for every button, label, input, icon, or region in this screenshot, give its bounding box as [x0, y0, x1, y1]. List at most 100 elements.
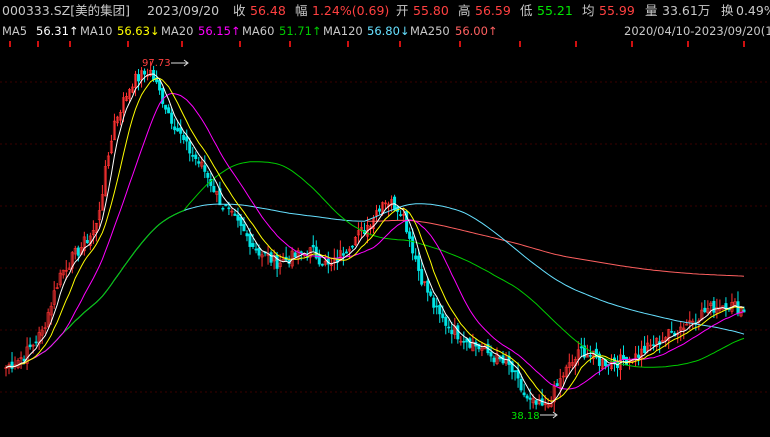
- candle-body: [408, 231, 412, 239]
- candle-body: [344, 251, 348, 254]
- candle-body: [221, 207, 225, 210]
- ma10-line: [5, 77, 744, 402]
- candle-body: [429, 291, 433, 296]
- kline-chart[interactable]: 97.73 38.18: [0, 40, 770, 437]
- ma60-label: MA60: [242, 24, 275, 38]
- ma5-value: 56.31↑: [36, 24, 79, 38]
- ma-legend: MA5 56.31↑ MA10 56.63↓ MA20 56.15↑ MA60 …: [0, 22, 770, 40]
- candle-body: [703, 307, 707, 313]
- candle-body: [588, 355, 592, 357]
- candle-body: [432, 297, 436, 308]
- open-label: 开: [396, 3, 409, 18]
- candle-body: [194, 154, 198, 160]
- candle-body: [426, 280, 430, 293]
- avg-label: 均: [582, 3, 595, 18]
- ma20-label: MA20: [161, 24, 194, 38]
- close-value: 56.48: [250, 3, 286, 18]
- candle-body: [257, 247, 261, 256]
- quote-date: 2023/09/20: [147, 3, 220, 18]
- candle-body: [670, 331, 674, 333]
- candle-body: [251, 243, 255, 247]
- candle-body: [350, 245, 354, 248]
- ma20-value: 56.15↑: [198, 24, 241, 38]
- candle-body: [269, 252, 273, 263]
- high-annotation: 97.73: [142, 58, 189, 69]
- candle-body: [197, 161, 201, 164]
- candle-body: [652, 344, 656, 347]
- turnover-label: 换: [721, 3, 734, 18]
- candle-body: [468, 338, 472, 348]
- candle-body: [203, 165, 207, 172]
- candle-body: [236, 214, 240, 221]
- candle-body: [411, 236, 415, 254]
- candle-body: [242, 224, 246, 232]
- candle-body: [191, 155, 195, 157]
- candle-body: [492, 357, 496, 363]
- candle-body: [341, 253, 345, 256]
- candle-body: [173, 126, 177, 131]
- candle-body: [441, 313, 445, 319]
- high-label: 高: [458, 3, 471, 18]
- quote-header: 000333.SZ[美的集团] 2023/09/20 收 56.48 幅 1.2…: [0, 0, 770, 22]
- candle-body: [182, 135, 186, 140]
- candle-body: [489, 352, 493, 357]
- candle-body: [555, 383, 559, 386]
- candle-body: [378, 208, 382, 212]
- volume-label: 量: [645, 3, 658, 18]
- ma5-line: [5, 73, 745, 405]
- candle-body: [293, 252, 297, 258]
- candle-body: [320, 263, 324, 266]
- candle-body: [227, 207, 231, 210]
- candle-body: [534, 400, 538, 405]
- candle-body: [435, 305, 439, 308]
- ma120-label: MA120: [323, 24, 363, 38]
- change-label: 幅: [295, 3, 308, 18]
- avg-value: 55.99: [599, 3, 635, 18]
- candle-body: [143, 70, 147, 75]
- candle-body: [176, 128, 180, 132]
- candle-body: [456, 325, 460, 340]
- ma5-label: MA5: [2, 24, 28, 38]
- ma20-line: [5, 92, 745, 390]
- candle-body: [525, 395, 529, 399]
- turnover-value: 0.49%: [736, 3, 770, 18]
- candle-body: [34, 341, 38, 344]
- candle-body: [275, 254, 279, 269]
- open-value: 55.80: [413, 3, 449, 18]
- candle-body: [167, 107, 171, 114]
- candle-body: [28, 344, 32, 348]
- candle-body: [643, 345, 647, 354]
- candle-body: [414, 255, 418, 260]
- candle-body: [462, 341, 466, 343]
- low-annotation: 38.18: [511, 411, 558, 422]
- high-price-label: 97.73: [142, 58, 171, 69]
- candle-body: [522, 392, 526, 396]
- ma10-value: 56.63↓: [117, 24, 160, 38]
- candle-body: [224, 204, 228, 207]
- ma120-value: 56.80↓: [367, 24, 410, 38]
- candle-body: [513, 370, 517, 373]
- candle-body: [233, 213, 237, 216]
- candle-body: [417, 255, 421, 271]
- ma10-label: MA10: [80, 24, 113, 38]
- change-value: 1.24%(0.69): [312, 3, 390, 18]
- low-value: 55.21: [537, 3, 573, 18]
- candle-body: [137, 74, 141, 82]
- candle-body: [76, 247, 80, 256]
- candle-body: [712, 300, 716, 313]
- close-label: 收: [233, 3, 246, 18]
- candle-body: [170, 112, 174, 124]
- ma250-label: MA250: [410, 24, 450, 38]
- ma60-value: 51.71↑: [279, 24, 322, 38]
- candle-body: [248, 233, 252, 247]
- ma120-line: [5, 203, 745, 369]
- candle-body: [10, 361, 14, 369]
- ma60-line: [5, 161, 745, 369]
- candle-body: [254, 248, 258, 251]
- candle-body: [188, 141, 192, 154]
- candle-body: [420, 269, 424, 285]
- candle-body: [579, 346, 583, 349]
- date-range: 2020/04/10-2023/09/20(1: [624, 24, 770, 38]
- candle-body: [528, 397, 532, 400]
- candle-body: [625, 356, 629, 366]
